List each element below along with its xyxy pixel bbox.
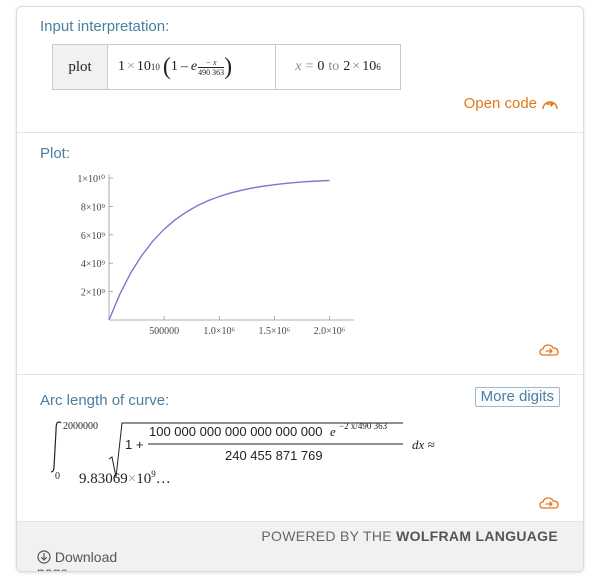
interpretation-table: plot 1 × 10 10 ( 1 – e − x 490 363 ) x = …: [52, 44, 401, 90]
expr-coefficient: 1: [118, 59, 125, 74]
range-variable: x: [295, 59, 302, 74]
range-times: ×: [352, 59, 361, 74]
powered-brand: WOLFRAM LANGUAGE: [396, 528, 558, 544]
expr-exp-fraction: − x 490 363: [198, 57, 225, 77]
result-card: Input interpretation: plot 1 × 10 10 ( 1 …: [16, 6, 584, 572]
integral-upper-limit: 2000000: [63, 421, 98, 432]
expr-close-paren: ): [224, 54, 233, 80]
arc-numerator: 100 000 000 000 000 000 000: [149, 424, 323, 439]
arc-length-formula: 2000000 0 1 + 100 000 000 000 000 000 00…: [51, 421, 435, 479]
arc-value-times: ×: [127, 471, 137, 487]
y-tick-label: 1×10¹⁰: [77, 174, 105, 185]
expr-base: 10: [136, 59, 151, 74]
exp-sign: −: [205, 57, 212, 67]
powered-prefix: POWERED BY THE: [261, 528, 392, 544]
x-tick-label: 1.5×10⁶: [259, 326, 291, 337]
arc-numerator-e: e: [330, 424, 336, 439]
more-digits-button[interactable]: More digits: [474, 387, 560, 407]
arc-length-value: 9.83069×109…: [79, 470, 171, 488]
integral-lower-limit: 0: [55, 471, 60, 479]
range-equals: =: [305, 59, 314, 74]
open-code-label: Open code: [463, 95, 537, 112]
range-from: 0: [317, 59, 325, 74]
expr-e: e: [190, 59, 198, 74]
powered-by: POWERED BY THE WOLFRAM LANGUAGE: [261, 528, 558, 544]
x-tick-label: 2.0×10⁶: [314, 326, 346, 337]
arc-dx: dx ≈: [412, 437, 435, 452]
arc-value-base: 10: [136, 471, 152, 487]
exp-numerator: x: [213, 57, 217, 67]
input-interpretation-title: Input interpretation:: [40, 18, 170, 35]
y-tick-label: 6×10⁹: [81, 231, 106, 242]
plot-title: Plot:: [40, 145, 71, 162]
plot-chart: 1×10¹⁰ 8×10⁹ 6×10⁹ 4×10⁹ 2×10⁹ 500000 1.0×10⁶ 1…: [77, 174, 354, 337]
interpretation-range: x = 0 to 2 × 10 6: [295, 59, 381, 74]
input-interpretation-pod: Input interpretation: plot 1 × 10 10 ( 1 …: [17, 7, 583, 133]
arc-numerator-exponent: −2 x/490 363: [339, 421, 388, 431]
open-code-button[interactable]: Open code: [464, 95, 559, 112]
interpretation-expression: 1 × 10 10 ( 1 – e − x 490 363 ): [108, 45, 276, 89]
cloud-arrow-icon[interactable]: [539, 343, 559, 357]
circle-down-arrow-icon: [37, 550, 51, 564]
cloud-arrow-icon[interactable]: [539, 496, 559, 510]
range-to-word: to: [328, 59, 340, 74]
x-tick-label: 1.0×10⁶: [203, 326, 235, 337]
arc-value-mantissa: 9.83069: [79, 471, 128, 487]
arc-value-ellipsis: …: [155, 471, 171, 487]
interpretation-head: plot: [53, 45, 108, 89]
expr-one: 1: [170, 59, 178, 74]
expr-times: ×: [127, 59, 135, 74]
series-line: [108, 179, 330, 321]
open-code-arrow-icon: [542, 100, 558, 109]
y-tick-label: 8×10⁹: [81, 202, 106, 213]
arc-length-title: Arc length of curve:: [40, 392, 170, 409]
y-tick-label: 4×10⁹: [81, 259, 106, 270]
download-page-button[interactable]: Download page: [37, 550, 137, 572]
x-tick-label: 500000: [149, 326, 179, 337]
y-tick-label: 2×10⁹: [81, 288, 106, 299]
arc-denominator: 240 455 871 769: [225, 448, 323, 463]
expr-minus: –: [180, 59, 188, 74]
footer: POWERED BY THE WOLFRAM LANGUAGE Download…: [17, 521, 583, 572]
range-to-base: 10: [362, 59, 377, 74]
expr-open-paren: (: [162, 54, 171, 80]
range-to-coefficient: 2: [343, 59, 351, 74]
plot-pod: Plot: 1×10¹⁰ 8×10⁹ 6×10⁹ 4×10⁹ 2×10⁹ 500000 1.…: [17, 133, 583, 375]
exp-denominator: 490 363: [198, 67, 225, 77]
one-plus: 1 +: [125, 437, 143, 452]
arc-length-pod: Arc length of curve: More digits 2000000…: [17, 375, 583, 521]
